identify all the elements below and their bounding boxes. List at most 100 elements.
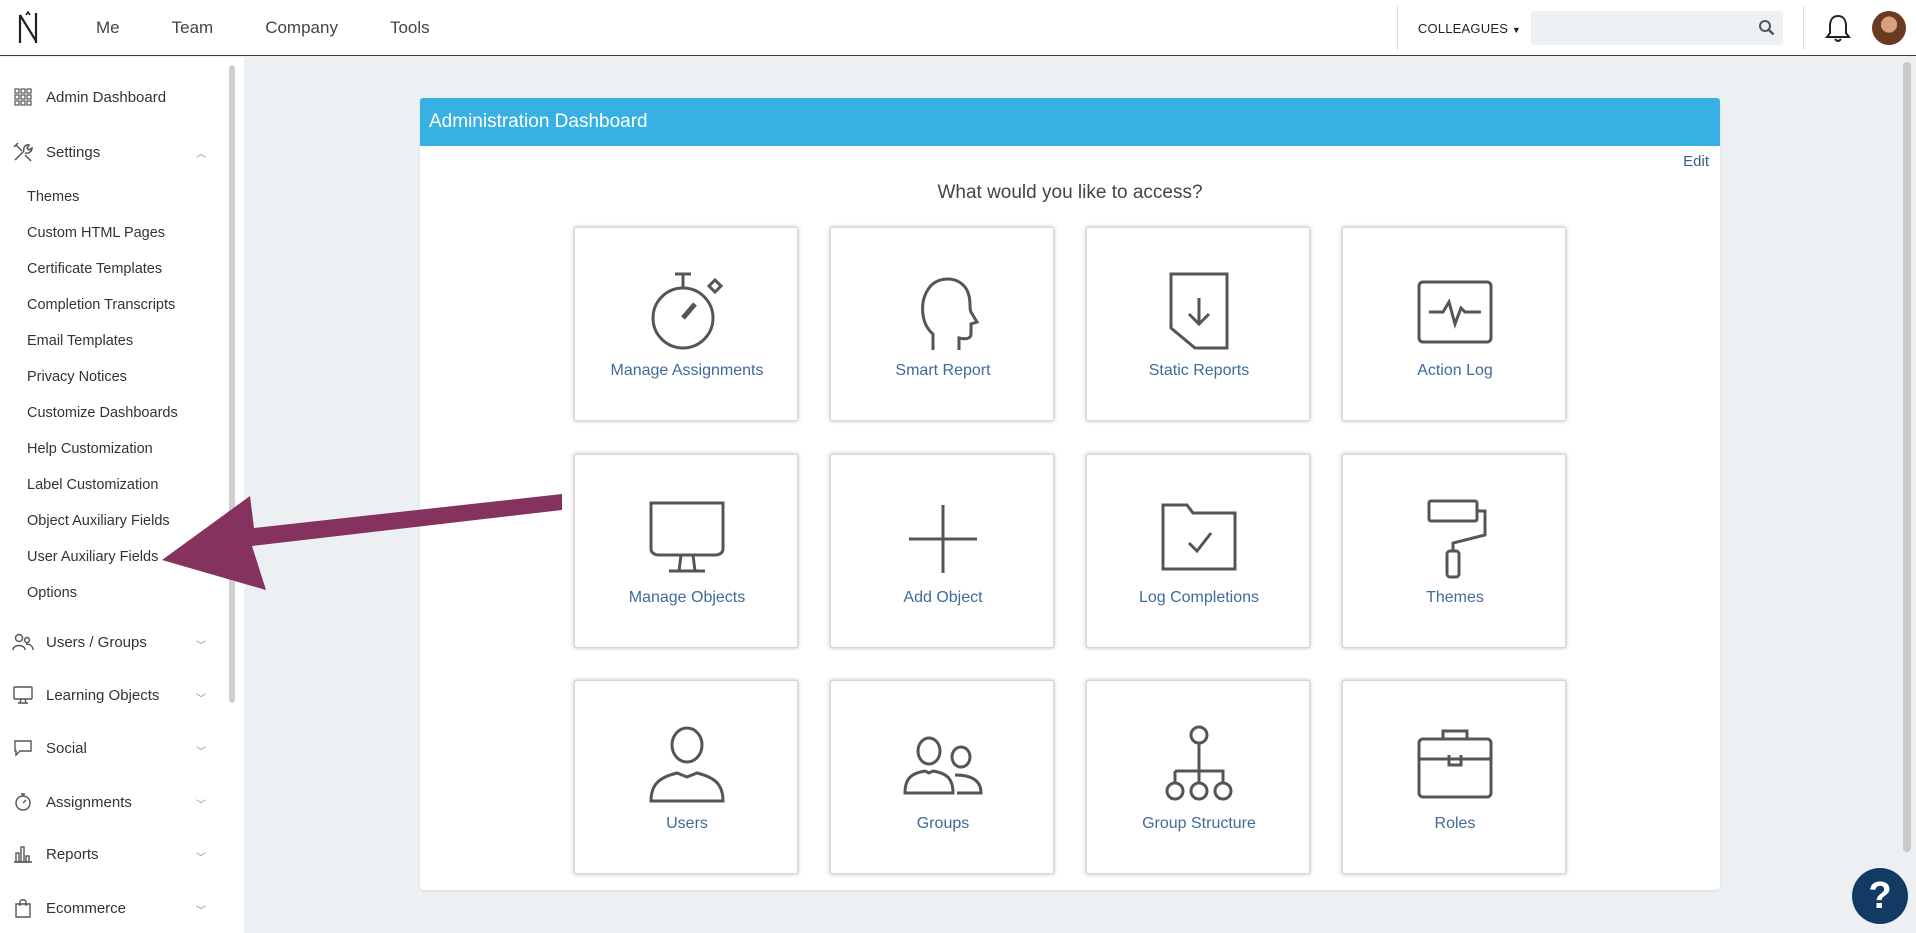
tile-label: Smart Report (895, 362, 991, 379)
tile-group-structure[interactable]: Group Structure (1086, 680, 1310, 874)
tile-label: Roles (1434, 815, 1476, 832)
tile-add-object[interactable]: Add Object (830, 454, 1054, 648)
sidebar-scrollbar[interactable] (229, 65, 235, 703)
sidebar-item-settings[interactable]: Settings ︿ (0, 141, 220, 163)
sidebar-item-label: Assignments (46, 793, 132, 811)
user-icon (649, 726, 725, 803)
page-scrollbar[interactable] (1903, 62, 1911, 852)
download-document-icon (1169, 272, 1229, 350)
access-prompt: What would you like to access? (937, 182, 1203, 203)
chevron-down-icon: ﹀ (196, 906, 206, 917)
sidebar-subitem-completion-transcripts[interactable]: Completion Transcripts (27, 297, 175, 313)
activity-monitor-icon (1417, 280, 1493, 344)
sidebar-subitem-help-customization[interactable]: Help Customization (27, 441, 153, 457)
plus-icon (909, 505, 977, 573)
caret-down-icon: ▼ (1511, 24, 1521, 35)
monitor-icon (13, 686, 33, 704)
tools-icon (13, 142, 33, 162)
chat-icon (14, 740, 32, 757)
chevron-down-icon: ﹀ (196, 800, 206, 811)
chevron-down-icon: ﹀ (196, 747, 206, 758)
tile-label: Group Structure (1142, 815, 1256, 832)
tile-label: Users (666, 815, 708, 832)
tile-manage-assignments[interactable]: Manage Assignments (574, 227, 798, 421)
sidebar-subitem-options[interactable]: Options (27, 585, 77, 601)
sidebar-item-label: Users / Groups (46, 633, 147, 651)
stopwatch-icon (15, 793, 31, 811)
sidebar-item-label: Social (46, 739, 87, 757)
admin-dashboard-panel: Administration Dashboard Edit What would… (420, 98, 1720, 890)
sidebar-subitem-object-auxiliary-fields[interactable]: Object Auxiliary Fields (27, 513, 170, 529)
notifications-button[interactable] (1804, 0, 1872, 56)
tile-roles[interactable]: Roles (1342, 680, 1566, 874)
tile-smart-report[interactable]: Smart Report (830, 227, 1054, 421)
logo-icon (18, 10, 38, 43)
avatar[interactable] (1872, 11, 1906, 45)
help-button[interactable]: ? (1852, 868, 1908, 924)
sidebar-subitem-certificate-templates[interactable]: Certificate Templates (27, 261, 162, 277)
sidebar-item-ecommerce[interactable]: Ecommerce ﹀ (0, 898, 220, 918)
sidebar-item-learning-objects[interactable]: Learning Objects ﹀ (0, 686, 220, 705)
tile-themes[interactable]: Themes (1342, 454, 1566, 648)
sidebar-item-users-groups[interactable]: Users / Groups ﹀ (0, 633, 220, 652)
tile-label: Groups (916, 815, 970, 832)
chevron-down-icon: ﹀ (196, 694, 206, 705)
sidebar-subitem-themes[interactable]: Themes (27, 189, 79, 205)
tile-label: Action Log (1417, 362, 1493, 379)
nav-team[interactable]: Team (172, 18, 214, 38)
nav-tools[interactable]: Tools (390, 18, 430, 38)
tile-label: Add Object (903, 589, 983, 606)
sidebar-item-assignments[interactable]: Assignments ﹀ (0, 792, 220, 812)
logo[interactable] (0, 0, 56, 56)
tile-users[interactable]: Users (574, 680, 798, 874)
colleagues-dropdown[interactable]: COLLEAGUES ▼ (1418, 21, 1521, 36)
briefcase-icon (1417, 729, 1493, 799)
edit-link[interactable]: Edit (1683, 153, 1709, 170)
sidebar-subitem-customize-dashboards[interactable]: Customize Dashboards (27, 405, 178, 421)
users-icon (12, 633, 34, 651)
nav-company[interactable]: Company (265, 18, 338, 38)
tile-label: Log Completions (1138, 589, 1260, 606)
hierarchy-icon (1165, 725, 1233, 801)
tile-label: Manage Objects (628, 589, 746, 606)
chevron-up-icon: ︿ (196, 149, 206, 160)
monitor-icon (649, 501, 725, 573)
tile-manage-objects[interactable]: Manage Objects (574, 454, 798, 648)
colleagues-label: COLLEAGUES (1417, 20, 1509, 36)
main-nav: Me Team Company Tools (70, 18, 456, 38)
chevron-down-icon: ﹀ (196, 641, 206, 652)
sidebar-item-label: Settings (46, 143, 101, 161)
divider (1396, 6, 1398, 50)
tile-static-reports[interactable]: Static Reports (1086, 227, 1310, 421)
panel-title: Administration Dashboard (429, 111, 648, 132)
sidebar-item-reports[interactable]: Reports ﹀ (0, 845, 220, 864)
tile-label: Manage Assignments (610, 362, 764, 379)
tile-groups[interactable]: Groups (830, 680, 1054, 874)
paint-roller-icon (1427, 499, 1487, 579)
sidebar-item-label: Reports (46, 845, 99, 863)
chevron-down-icon: ﹀ (196, 853, 206, 864)
sidebar-subitem-email-templates[interactable]: Email Templates (27, 333, 133, 349)
grid-icon (14, 88, 32, 106)
folder-check-icon (1161, 503, 1237, 571)
sidebar-item-admin-dashboard[interactable]: Admin Dashboard (0, 88, 220, 106)
sidebar-subitem-custom-html-pages[interactable]: Custom HTML Pages (27, 225, 165, 241)
sidebar-item-label: Ecommerce (46, 899, 127, 917)
tile-log-completions[interactable]: Log Completions (1086, 454, 1310, 648)
sidebar-subitem-user-auxiliary-fields[interactable]: User Auxiliary Fields (27, 549, 158, 565)
search-icon[interactable] (1758, 19, 1775, 36)
tile-label: Static Reports (1148, 362, 1250, 379)
panel-header: Administration Dashboard (420, 98, 1720, 146)
shopping-bag-icon (15, 899, 31, 918)
sidebar-item-label: Learning Objects (46, 686, 160, 704)
sidebar-item-social[interactable]: Social ﹀ (0, 739, 220, 758)
tile-action-log[interactable]: Action Log (1342, 227, 1566, 421)
search-input[interactable] (1531, 11, 1751, 45)
nav-me[interactable]: Me (96, 18, 120, 38)
sidebar-subitem-label-customization[interactable]: Label Customization (27, 477, 158, 493)
search-box (1531, 11, 1783, 45)
sidebar-subitem-privacy-notices[interactable]: Privacy Notices (27, 369, 127, 385)
sidebar: Admin Dashboard Settings ︿ Themes Custom… (0, 57, 244, 933)
top-bar: Me Team Company Tools COLLEAGUES ▼ (0, 0, 1916, 56)
bar-chart-icon (14, 846, 32, 863)
